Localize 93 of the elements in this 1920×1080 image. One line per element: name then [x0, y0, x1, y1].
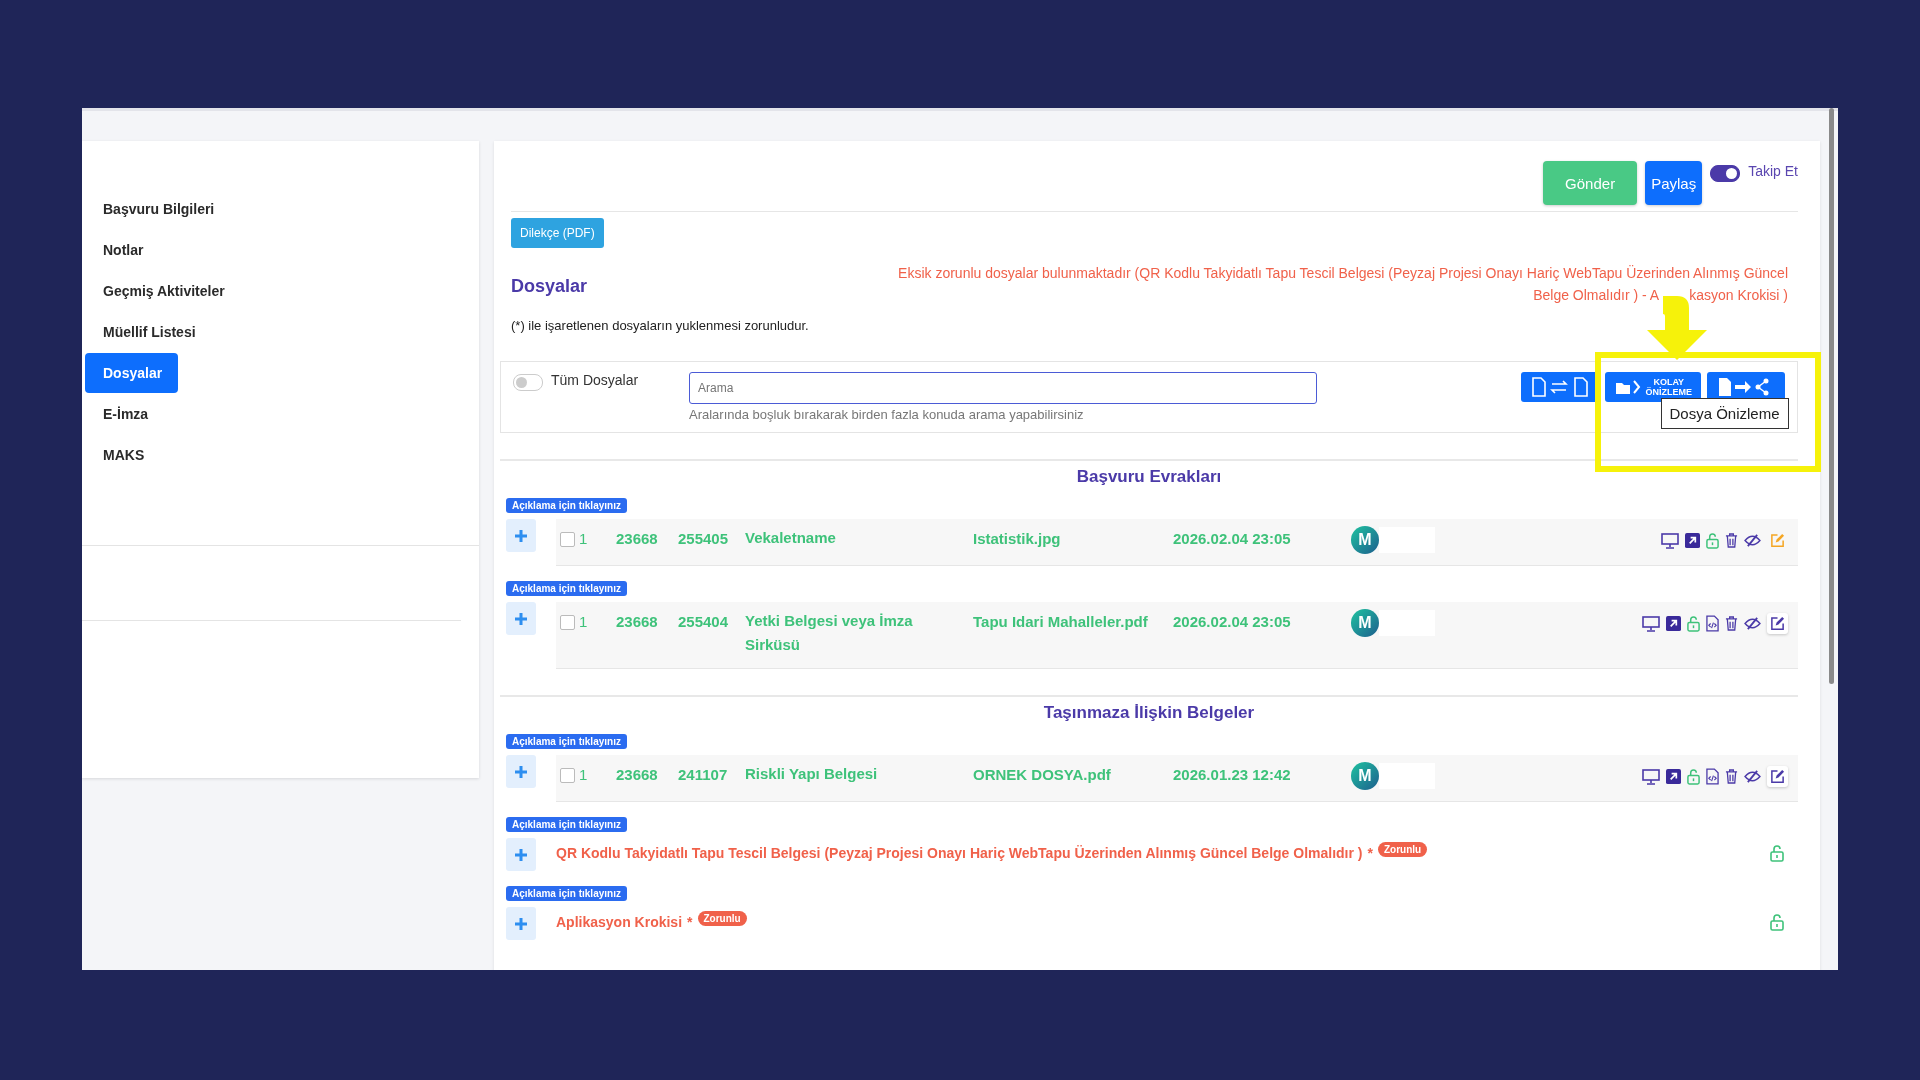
upload-date: 2026.02.04 23:05 — [1173, 613, 1292, 630]
share-button[interactable]: Paylaş — [1645, 161, 1703, 205]
file-swap-icon — [1529, 376, 1590, 398]
external-link-icon[interactable] — [1685, 533, 1700, 548]
edit-icon — [1770, 616, 1785, 631]
note-link[interactable]: Açıklama için tıklayınız — [506, 734, 627, 749]
row-number: 1 — [579, 530, 589, 547]
petition-pdf-button[interactable]: Dilekçe (PDF) — [511, 218, 604, 248]
application-number: 23668 — [616, 613, 659, 630]
required-mark: * — [1367, 845, 1373, 861]
upload-date: 2026.01.23 12:42 — [1173, 766, 1292, 783]
preview-button[interactable]: KOLAY ÖNİZLEME — [1604, 372, 1701, 402]
eye-slash-icon[interactable] — [1744, 770, 1761, 783]
row-checkbox[interactable] — [560, 532, 575, 547]
file-name: Tapu Idari Mahalleler.pdf — [973, 613, 1149, 630]
document-name: Vekaletname — [745, 528, 837, 548]
plus-icon — [514, 764, 528, 779]
edit-button[interactable] — [1767, 766, 1788, 787]
monitor-icon[interactable] — [1661, 532, 1679, 549]
file-name: ORNEK DOSYA.pdf — [973, 766, 1112, 783]
required-tag: Zorunlu — [697, 910, 747, 926]
sidebar-item[interactable]: Notlar — [85, 230, 160, 270]
row-number: 1 — [579, 613, 589, 630]
row-checkbox[interactable] — [560, 768, 575, 783]
eye-slash-icon[interactable] — [1744, 534, 1761, 547]
application-number: 23668 — [616, 530, 659, 547]
required-document-name: QR Kodlu Takyidatlı Tapu Tescil Belgesi (Peyzaj Projesi Onayı Hariç WebTapu Üzerinden Alınmış Güncel Belge Olmalıdır ) — [556, 845, 1363, 861]
monitor-icon[interactable] — [1642, 615, 1660, 632]
sidebar-item[interactable]: Başvuru Bilgileri — [85, 189, 231, 229]
user-avatar: M — [1351, 609, 1379, 637]
plus-icon — [514, 916, 528, 931]
plus-icon — [514, 611, 528, 626]
document-number: 241107 — [678, 766, 729, 783]
code-file-icon[interactable] — [1706, 768, 1719, 785]
application-number: 23668 — [616, 766, 659, 783]
required-document-name: Aplikasyon Krokisi — [556, 914, 683, 930]
external-link-icon[interactable] — [1666, 769, 1681, 784]
warning-text: Belge Olmalıdır ) - A — [1533, 287, 1660, 303]
required-note: (*) ile işaretlenen dosyaların yuklenmesi zorunludur. — [511, 318, 810, 333]
required-tag: Zorunlu — [1377, 841, 1428, 857]
note-link[interactable]: Açıklama için tıklayınız — [506, 817, 627, 832]
sidebar-item[interactable]: E-İmza — [85, 394, 165, 434]
edit-icon — [1770, 769, 1785, 784]
document-number: 255405 — [678, 530, 730, 547]
user-avatar: M — [1351, 762, 1379, 790]
row-checkbox[interactable] — [560, 615, 575, 630]
trash-icon[interactable] — [1725, 616, 1738, 631]
add-button[interactable] — [506, 519, 536, 552]
note-link[interactable]: Açıklama için tıklayınız — [506, 498, 627, 513]
trash-icon[interactable] — [1725, 533, 1738, 548]
scrollbar[interactable] — [1829, 108, 1834, 684]
external-link-icon[interactable] — [1666, 616, 1681, 631]
warning-text: kasyon Krokisi ) — [1689, 287, 1788, 303]
plus-icon — [514, 528, 528, 543]
row-number: 1 — [579, 766, 589, 783]
sidebar-item[interactable]: Müellif Listesi — [85, 312, 212, 352]
section-title: Dosyalar — [511, 276, 588, 297]
user-avatar: M — [1351, 526, 1379, 554]
note-link[interactable]: Açıklama için tıklayınız — [506, 886, 627, 901]
plus-icon — [514, 847, 528, 862]
add-button[interactable] — [506, 838, 536, 871]
sidebar-item[interactable]: Geçmiş Aktiviteler — [85, 271, 241, 311]
document-number: 255404 — [678, 613, 730, 630]
search-field[interactable]: Arama — [689, 372, 1317, 404]
follow-toggle[interactable] — [1710, 165, 1741, 182]
code-file-icon[interactable] — [1706, 615, 1719, 632]
all-files-label: Tüm Dosyalar — [551, 372, 639, 390]
note-link[interactable]: Açıklama için tıklayınız — [506, 581, 627, 596]
document-name: Yetki Belgesi veya İmza Sirküsü — [745, 611, 914, 655]
add-button[interactable] — [506, 602, 536, 635]
upload-date: 2026.02.04 23:05 — [1173, 530, 1292, 547]
all-files-toggle[interactable] — [513, 374, 543, 391]
trash-icon[interactable] — [1725, 769, 1738, 784]
sidebar-item[interactable]: Dosyalar — [85, 353, 179, 393]
blank-field — [1379, 763, 1435, 789]
sidebar-item[interactable]: MAKS — [85, 435, 161, 475]
preview-tooltip: Dosya Önizleme — [1660, 398, 1789, 429]
monitor-icon[interactable] — [1642, 768, 1660, 785]
file-name: Istatistik.jpg — [973, 530, 1062, 547]
add-button[interactable] — [506, 907, 536, 940]
eye-slash-icon[interactable] — [1744, 617, 1761, 630]
warning-text: Eksik zorunlu dosyalar bulunmaktadır (QR Kodlu Takyidatlı Tapu Tescil Belgesi (Peyzaj Projesi Onayı Hariç WebTapu Üzerinden Alınmış Güncel — [898, 265, 1788, 281]
group-title: Başvuru Evrakları — [1076, 467, 1222, 487]
search-hint: Aralarında boşluk bırakarak birden fazla konuda arama yapabilirsiniz — [689, 407, 1085, 422]
edit-button[interactable] — [1767, 613, 1788, 634]
edit-icon — [1770, 533, 1785, 548]
required-mark: * — [687, 914, 693, 930]
document-name: Riskli Yapı Belgesi — [745, 764, 879, 784]
follow-label: Takip Et — [1748, 163, 1798, 179]
blank-field — [1379, 527, 1435, 553]
group-title: Taşınmaza İlişkin Belgeler — [1043, 703, 1255, 723]
add-button[interactable] — [506, 755, 536, 788]
blank-field — [1379, 610, 1435, 636]
